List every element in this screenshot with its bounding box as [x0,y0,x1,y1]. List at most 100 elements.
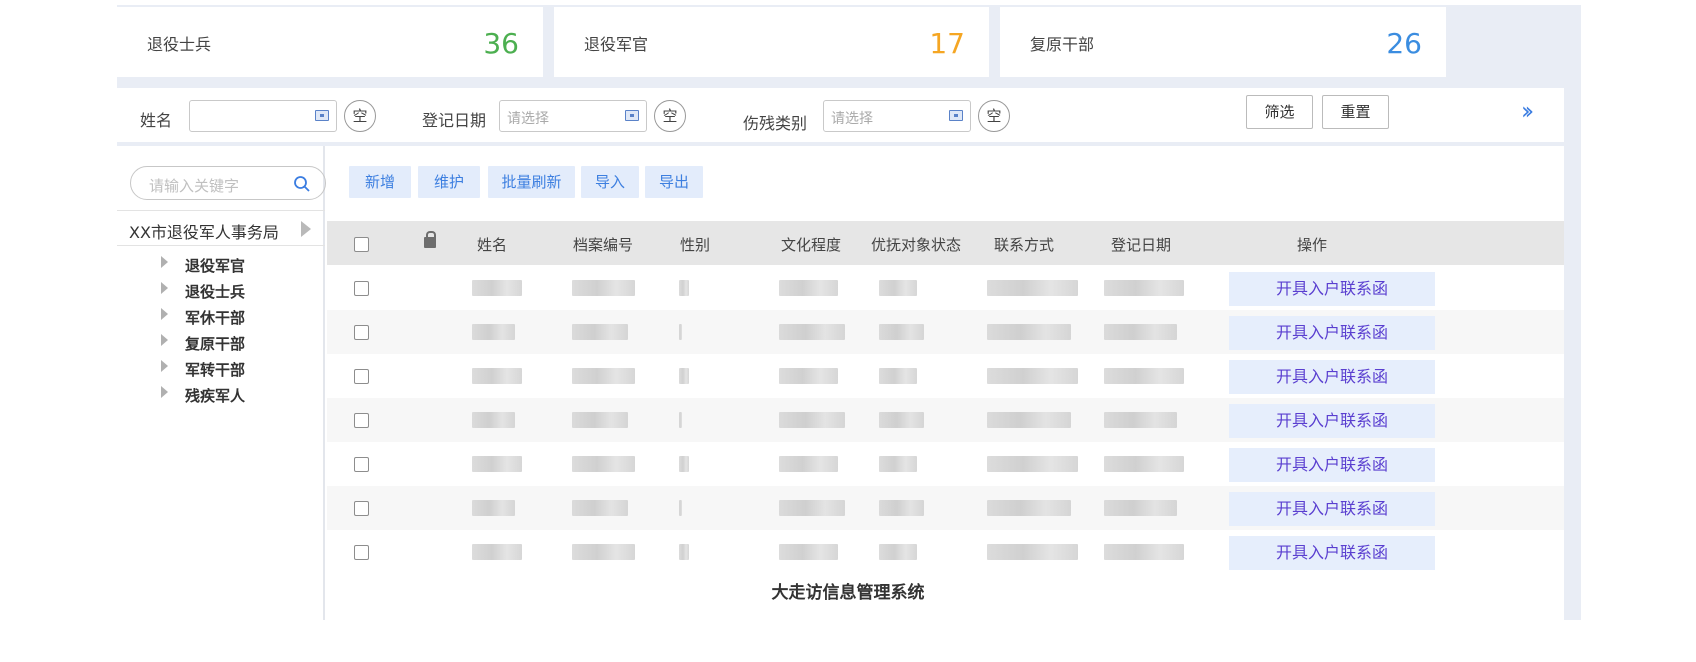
table-row[interactable]: 开具入户联系函 [327,442,1564,486]
redacted-cell [779,280,838,296]
col-header-name[interactable]: 姓名 [477,234,507,255]
expand-more-icon[interactable]: ›› [1521,97,1534,125]
col-header-file-no[interactable]: 档案编号 [573,234,633,255]
main-panel: 新增 维护 批量刷新 导入 导出 姓名 档案编号 性别 文化程度 优抚对象状态 … [327,146,1564,620]
redacted-cell [472,456,522,472]
stat-value: 36 [483,27,519,60]
redacted-cell [987,280,1078,296]
disability-filter-input[interactable]: 请选择 [823,100,971,132]
tree-item[interactable]: 复原干部 [161,330,321,356]
row-checkbox[interactable] [354,545,369,560]
date-filter-label: 登记日期 [422,111,487,130]
disability-filter-label: 伤残类别 [743,114,808,133]
import-button[interactable]: 导入 [581,166,639,198]
col-header-contact[interactable]: 联系方式 [994,234,1054,255]
redacted-cell [779,544,838,560]
stat-label: 复原干部 [1030,35,1095,54]
redacted-cell [572,500,628,516]
content-area: 请输入关键字 XX市退役军人事务局 退役军官 退役士兵 军休干部 复原干部 军转… [117,146,1564,620]
table-row[interactable]: 开具入户联系函 [327,398,1564,442]
table-row[interactable]: 开具入户联系函 [327,530,1564,574]
col-header-education[interactable]: 文化程度 [781,234,841,255]
col-header-gender[interactable]: 性别 [680,234,710,255]
clear-disability-button[interactable]: 空 [978,100,1010,132]
issue-letter-button[interactable]: 开具入户联系函 [1229,492,1435,526]
redacted-cell [879,280,917,296]
export-button[interactable]: 导出 [645,166,703,198]
keyword-search-input[interactable]: 请输入关键字 [130,166,326,200]
redacted-cell [987,368,1078,384]
reset-button[interactable]: 重置 [1322,95,1389,129]
redacted-cell [987,500,1071,516]
redacted-cell [472,412,515,428]
issue-letter-button[interactable]: 开具入户联系函 [1229,316,1435,350]
tree-item[interactable]: 军休干部 [161,304,321,330]
row-checkbox[interactable] [354,369,369,384]
table-header: 姓名 档案编号 性别 文化程度 优抚对象状态 联系方式 登记日期 操作 [327,221,1564,265]
issue-letter-button[interactable]: 开具入户联系函 [1229,404,1435,438]
add-button[interactable]: 新增 [349,166,411,198]
row-checkbox[interactable] [354,281,369,296]
issue-letter-button[interactable]: 开具入户联系函 [1229,536,1435,570]
row-checkbox[interactable] [354,413,369,428]
stat-card-officers: 退役军官 17 [554,7,989,77]
tree-item[interactable]: 退役军官 [161,252,321,278]
caret-right-icon[interactable] [161,360,168,372]
row-checkbox[interactable] [354,457,369,472]
app-window: 退役士兵 36 退役军官 17 复原干部 26 姓名 空 登记日期 请选择 空 … [117,5,1581,620]
caret-right-icon[interactable] [161,282,168,294]
redacted-cell [572,544,635,560]
redacted-cell [1104,280,1184,296]
redacted-cell [572,368,635,384]
redacted-cell [679,456,689,472]
issue-letter-button[interactable]: 开具入户联系函 [1229,272,1435,306]
search-icon[interactable] [293,175,311,193]
redacted-cell [679,544,689,560]
batch-refresh-button[interactable]: 批量刷新 [488,166,575,198]
redacted-cell [679,412,682,428]
date-filter-input[interactable]: 请选择 [499,100,647,132]
caret-right-icon[interactable] [161,386,168,398]
redacted-cell [679,280,689,296]
tree-item[interactable]: 退役士兵 [161,278,321,304]
org-node-root[interactable]: XX市退役军人事务局 [117,210,325,246]
row-checkbox[interactable] [354,325,369,340]
name-filter-input[interactable] [189,100,337,132]
issue-letter-button[interactable]: 开具入户联系函 [1229,448,1435,482]
stat-label: 退役士兵 [147,35,212,54]
redacted-cell [572,412,628,428]
stat-card-soldiers: 退役士兵 36 [117,7,543,77]
row-checkbox[interactable] [354,501,369,516]
col-header-status[interactable]: 优抚对象状态 [871,234,961,255]
redacted-cell [1104,368,1184,384]
clear-date-button[interactable]: 空 [654,100,686,132]
org-sidebar: 请输入关键字 XX市退役军人事务局 退役军官 退役士兵 军休干部 复原干部 军转… [117,146,326,620]
table-row[interactable]: 开具入户联系函 [327,310,1564,354]
name-filter-label: 姓名 [140,111,173,130]
filter-button[interactable]: 筛选 [1246,95,1313,129]
maintain-button[interactable]: 维护 [418,166,480,198]
caret-right-icon[interactable] [161,308,168,320]
redacted-cell [779,456,838,472]
tree-item[interactable]: 军转干部 [161,356,321,382]
table-row[interactable]: 开具入户联系函 [327,266,1564,310]
tree-item[interactable]: 残疾军人 [161,382,321,408]
table-row[interactable]: 开具入户联系函 [327,354,1564,398]
stat-card-cadres: 复原干部 26 [1000,7,1446,77]
issue-letter-button[interactable]: 开具入户联系函 [1229,360,1435,394]
clear-name-button[interactable]: 空 [344,100,376,132]
col-header-reg-date[interactable]: 登记日期 [1111,234,1171,255]
caret-right-icon[interactable] [161,334,168,346]
calendar-icon [949,110,963,121]
redacted-cell [879,368,917,384]
redacted-cell [1104,544,1184,560]
select-all-checkbox[interactable] [354,237,369,252]
redacted-cell [472,544,522,560]
stat-value: 17 [929,27,965,60]
expand-arrow-icon[interactable] [301,221,311,237]
redacted-cell [572,324,628,340]
redacted-cell [1104,456,1184,472]
caret-right-icon[interactable] [161,256,168,268]
table-row[interactable]: 开具入户联系函 [327,486,1564,530]
lock-icon [424,231,436,248]
